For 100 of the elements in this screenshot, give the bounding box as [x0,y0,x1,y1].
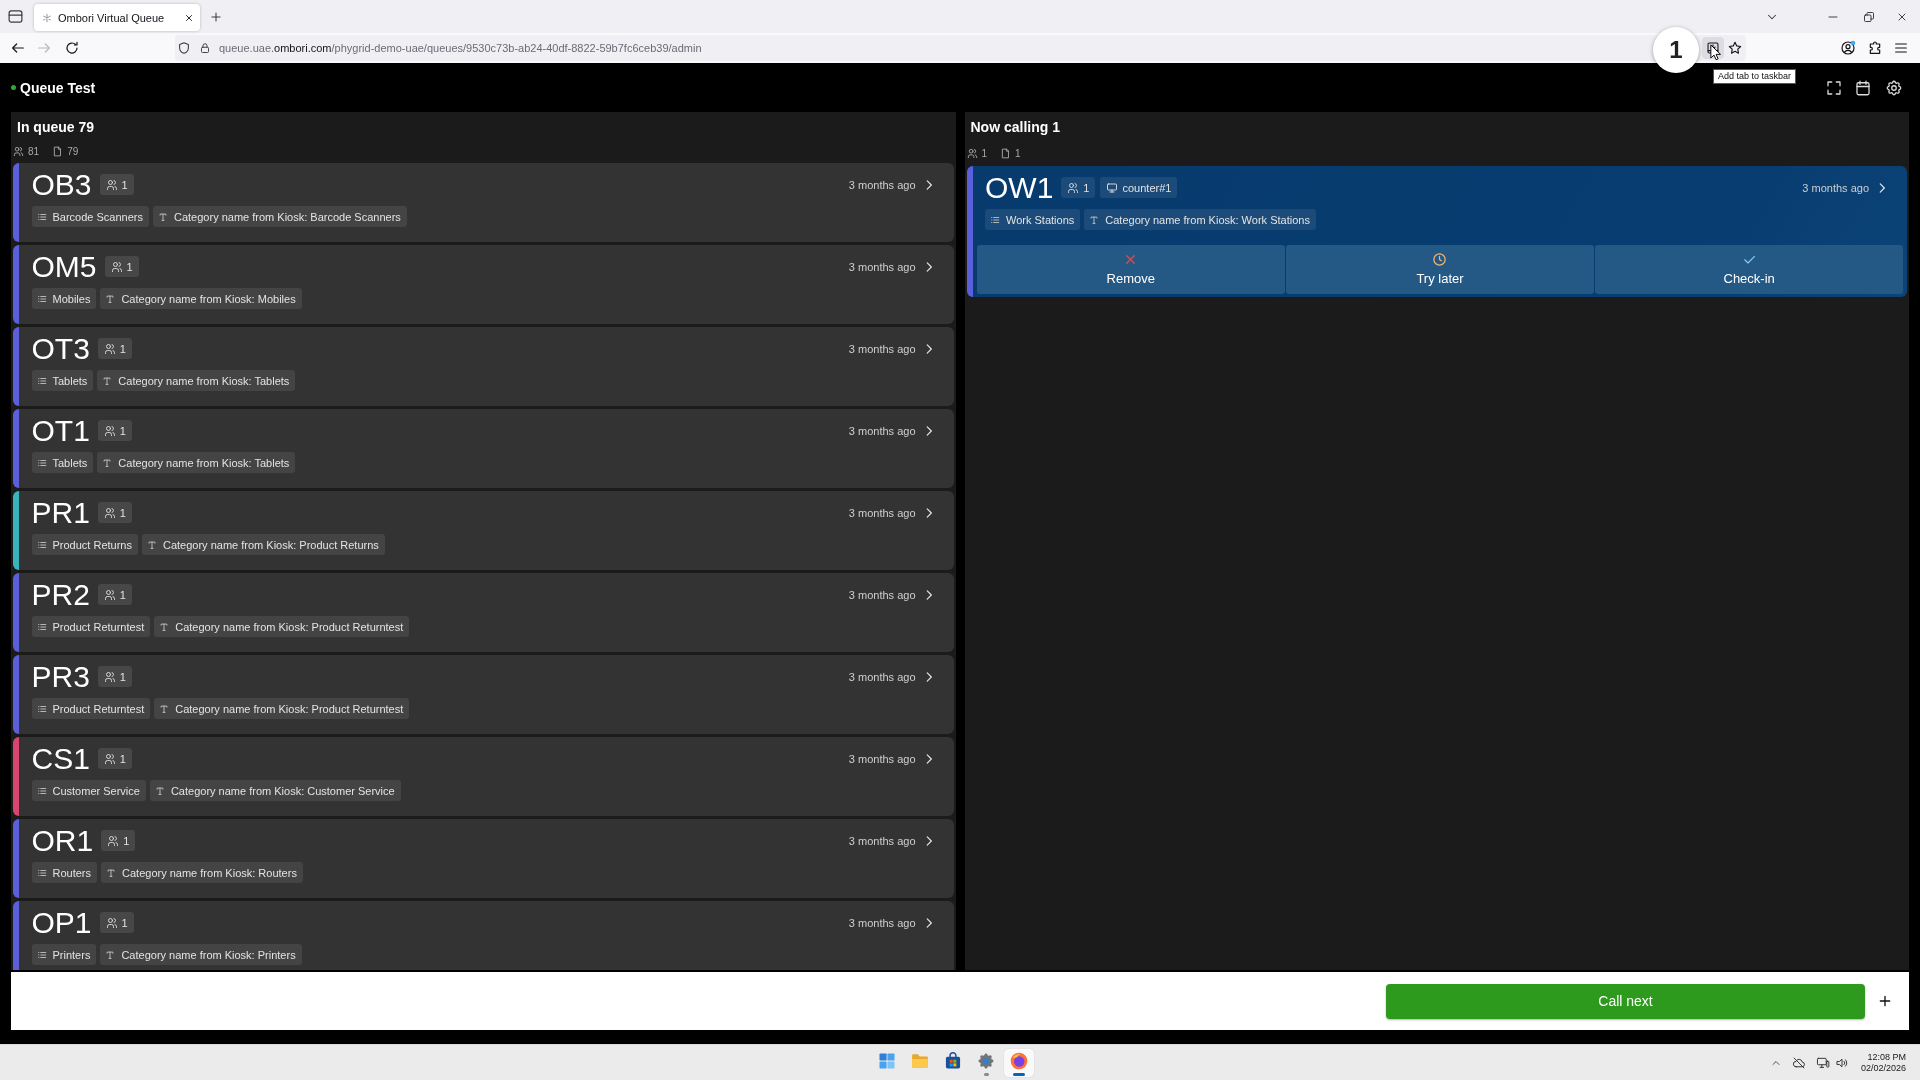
ticket-code: CS1 [31,741,90,776]
text-field-icon [102,457,113,468]
ticket-code: OT3 [31,331,90,366]
url-text[interactable]: queue.uae.ombori.com/phygrid-demo-uae/queues/9530c73b-ab24-40df-8822-59b7fc6ceb39/admin [219,42,702,54]
party-size-text: 1 [119,424,126,437]
calendar-icon[interactable] [1854,78,1872,97]
ticket-count: 79 [67,146,79,157]
text-field-icon [159,703,170,714]
plus-icon[interactable] [1877,993,1893,1009]
category-tag-text: Routers [52,866,92,879]
category-tag-text: Category name from Kiosk: Product Returns [163,538,379,551]
monitor-icon[interactable] [1815,1055,1830,1070]
category-tag-text: Category name from Kiosk: Printers [121,948,296,961]
ticket-code: OP1 [31,905,92,940]
panel-title: In queue 79 [17,118,95,136]
text-field-icon [1089,214,1100,225]
star-icon[interactable] [1727,40,1743,56]
category-tag-text: Category name from Kiosk: Tablets [118,374,290,387]
back-arrow-icon[interactable] [10,40,26,56]
ticket-time: 3 months ago [848,342,916,355]
text-field-icon [106,867,117,878]
text-field-icon [159,621,170,632]
refresh-icon[interactable] [64,40,80,56]
asterisk-icon [42,12,52,23]
tray-icon[interactable] [7,8,24,25]
browser-logo-icon [1009,1050,1029,1071]
ticket-card[interactable]: OT1 1 3 months ago Tablets Category name from Kiosk: Tablets [13,409,954,488]
ticket-card[interactable]: CS1 1 3 months ago Customer Service Category name from Kiosk: Customer Service [13,737,954,816]
ticket-card[interactable]: OR1 1 3 months ago Routers Category name from Kiosk: Routers [13,819,954,898]
people-icon [103,342,116,355]
puzzle-piece-icon[interactable] [1867,40,1883,56]
account-icon[interactable] [1840,40,1856,56]
shopping-bag-icon [943,1050,963,1071]
text-field-icon [105,949,116,960]
ticket-card[interactable]: PR1 1 3 months ago Product Returns Category name from Kiosk: Product Returns [13,491,954,570]
party-size-text: 1 [119,670,126,683]
list-icon [990,214,1000,225]
ticket-code: OT1 [31,413,90,448]
call-next-button[interactable]: Call next [1386,983,1865,1019]
category-tag-text: Mobiles [52,292,91,305]
check-in-button[interactable]: Check-in [1595,245,1903,294]
party-size-text: 1 [121,916,128,929]
settings-icon[interactable] [1885,78,1903,97]
cloud-slash-icon[interactable] [1791,1055,1806,1070]
try-later-button[interactable]: Try later [1286,245,1594,294]
category-tag-text: Product Returntest [52,620,145,633]
ticket-card[interactable]: OW1 1 counter#1 3 months ago Work Stations Category name from Kiosk: Work Stations Remove Try later Check-in [966,166,1907,297]
people-icon [1067,181,1080,194]
party-size-text: 1 [119,752,126,765]
category-tag-text: Customer Service [52,784,140,797]
category-tag-text: Category name from Kiosk: Barcode Scanners [174,210,401,223]
ticket-card[interactable]: OB3 1 3 months ago Barcode Scanners Category name from Kiosk: Barcode Scanners [13,163,954,242]
ticket-card[interactable]: OT3 1 3 months ago Tablets Category name from Kiosk: Tablets [13,327,954,406]
panel-title: Now calling 1 [970,118,1060,136]
category-tag-text: Category name from Kiosk: Work Stations [1105,213,1310,226]
people-icon [966,147,978,159]
shield-icon[interactable] [177,41,191,55]
ticket-card[interactable]: OP1 1 3 months ago Printers Category name from Kiosk: Printers [13,901,954,970]
close-icon[interactable] [184,12,194,23]
list-icon [36,867,47,878]
ticket-card[interactable]: PR3 1 3 months ago Product Returntest Category name from Kiosk: Product Returntest [13,655,954,734]
people-icon [103,752,116,765]
list-icon [36,785,47,796]
ticket-code: OB3 [31,167,92,202]
category-tag-text: Printers [52,948,91,961]
remove-button[interactable]: Remove [977,245,1285,294]
list-icon [36,621,47,632]
lock-icon[interactable] [199,42,211,54]
text-field-icon [105,293,116,304]
party-size-text: 1 [1083,181,1090,194]
ticket-code: PR3 [31,659,90,694]
people-icon [110,260,123,273]
party-size-text: 1 [119,342,126,355]
fullscreen-icon[interactable] [1825,78,1843,97]
ticket-card[interactable]: PR2 1 3 months ago Product Returntest Category name from Kiosk: Product Returntest [13,573,954,652]
app-title: Queue Test [20,79,96,96]
counter-text: counter#1 [1122,181,1172,194]
restore-icon[interactable] [1863,10,1875,23]
taskbar-button[interactable] [1004,1048,1034,1077]
list-icon [36,703,47,714]
text-field-icon [147,539,157,550]
party-size-text: 1 [119,588,126,601]
people-icon [105,178,118,191]
browser-tab[interactable]: Ombori Virtual Queue [34,4,200,31]
ticket-time: 3 months ago [848,752,916,765]
ticket-time: 3 months ago [1802,181,1869,194]
category-tag-text: Category name from Kiosk: Tablets [118,456,290,469]
ticket-time: 3 months ago [848,260,916,273]
people-icon [107,834,120,847]
clock-date[interactable]: 02/02/2026 [1860,1062,1906,1074]
clock-time[interactable]: 12:08 PM [1867,1051,1906,1063]
category-tag-text: Product Returns [52,538,132,551]
ticket-card[interactable]: OM5 1 3 months ago Mobiles Category name from Kiosk: Mobiles [13,245,954,324]
list-icon [36,949,47,960]
ticket-time: 3 months ago [848,178,916,191]
category-tag-text: Work Stations [1006,213,1075,226]
people-icon [103,424,116,437]
menu-icon[interactable] [1893,40,1909,56]
people-count: 81 [28,146,40,157]
download-tray-icon [1706,41,1720,55]
